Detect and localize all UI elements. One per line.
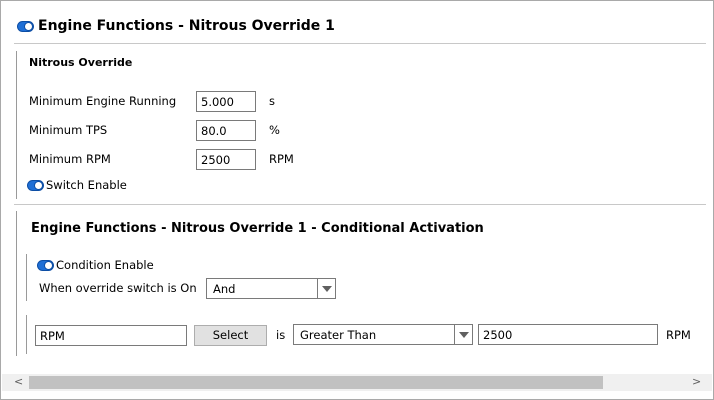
comparator-dropdown[interactable]: Greater Than <box>293 324 473 345</box>
conditional-guide-line <box>16 211 17 356</box>
channel-input[interactable]: RPM <box>35 325 187 346</box>
min-rpm-label: Minimum RPM <box>29 152 111 166</box>
section-guide-line <box>16 51 17 199</box>
dropdown-arrow-icon[interactable] <box>317 279 335 298</box>
scroll-right-icon[interactable]: > <box>692 375 701 388</box>
toggle-knob-icon <box>24 22 33 31</box>
threshold-input[interactable]: 2500 <box>478 324 658 345</box>
min-tps-input[interactable]: 80.0 <box>196 120 256 141</box>
min-engine-running-label: Minimum Engine Running <box>29 94 177 108</box>
min-rpm-unit: RPM <box>269 152 294 166</box>
is-label: is <box>276 328 286 342</box>
switch-enable-toggle[interactable] <box>27 180 44 191</box>
threshold-unit: RPM <box>666 328 691 342</box>
nitrous-override-heading: Nitrous Override <box>29 56 133 69</box>
min-tps-unit: % <box>269 123 280 137</box>
toggle-knob-icon <box>44 261 53 270</box>
condition-enable-toggle[interactable] <box>37 260 54 271</box>
horizontal-scrollbar[interactable]: < > <box>2 374 712 391</box>
when-override-value: And <box>213 282 236 296</box>
condition-guide-line <box>26 254 27 301</box>
min-engine-running-input[interactable]: 5.000 <box>196 91 256 112</box>
min-engine-running-unit: s <box>269 94 275 108</box>
conditional-title: Engine Functions - Nitrous Override 1 - … <box>31 221 484 236</box>
min-rpm-input[interactable]: 2500 <box>196 149 256 170</box>
switch-enable-label: Switch Enable <box>46 178 127 192</box>
when-override-dropdown[interactable]: And <box>206 278 336 299</box>
header-divider <box>14 43 706 44</box>
panel-toggle[interactable] <box>17 21 34 32</box>
row-guide-line <box>26 315 27 354</box>
condition-enable-label: Condition Enable <box>56 258 154 272</box>
section-divider <box>14 204 706 205</box>
comparator-value: Greater Than <box>300 328 377 342</box>
toggle-knob-icon <box>34 181 43 190</box>
select-button[interactable]: Select <box>194 325 267 346</box>
scroll-left-icon[interactable]: < <box>14 375 23 388</box>
when-override-label: When override switch is On <box>39 281 197 295</box>
min-tps-label: Minimum TPS <box>29 123 108 137</box>
panel-title: Engine Functions - Nitrous Override 1 <box>38 18 335 34</box>
nitrous-override-panel: Engine Functions - Nitrous Override 1 Ni… <box>0 0 714 400</box>
dropdown-arrow-icon[interactable] <box>454 325 472 344</box>
scroll-thumb[interactable] <box>29 376 603 389</box>
